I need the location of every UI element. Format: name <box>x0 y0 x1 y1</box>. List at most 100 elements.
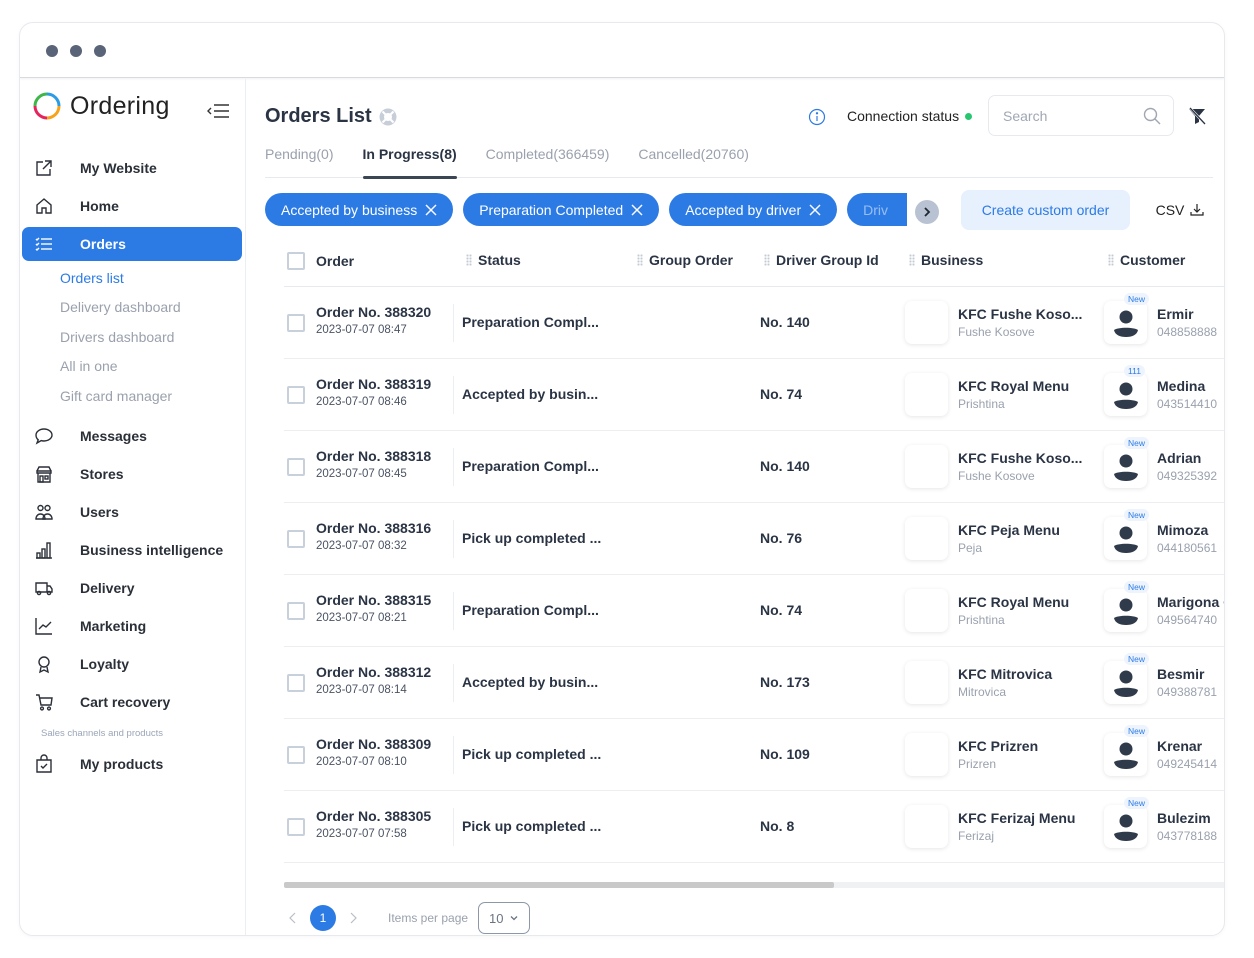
row-checkbox[interactable] <box>287 602 305 620</box>
sidebar-nav: My Website Home Orders Orders list Deliv… <box>22 149 242 783</box>
sidebar-subitem-drivers-dashboard[interactable]: Drivers dashboard <box>22 322 242 352</box>
chips-scroll-right-button[interactable] <box>915 200 939 224</box>
sidebar-subitem-delivery-dashboard[interactable]: Delivery dashboard <box>22 293 242 323</box>
chip-label: Accepted by driver <box>685 201 802 218</box>
tab-in-progress[interactable]: In Progress(8) <box>362 143 457 179</box>
order-cell: Order No. 388305 2023-07-07 07:58 <box>316 808 454 846</box>
row-checkbox[interactable] <box>287 674 305 692</box>
table-row[interactable]: Order No. 388318 2023-07-07 08:45 Prepar… <box>284 431 1224 503</box>
brand[interactable]: Ordering <box>32 91 170 121</box>
items-per-page-select[interactable]: 10 <box>478 902 531 934</box>
chevron-right-icon <box>350 912 357 924</box>
sidebar-subitem-orders-list[interactable]: Orders list <box>22 263 242 293</box>
collapse-sidebar-icon[interactable] <box>205 101 231 121</box>
sidebar-subitem-gift-card-manager[interactable]: Gift card manager <box>22 381 242 411</box>
filter-chip-accepted-by-driver[interactable]: Accepted by driver <box>669 193 838 226</box>
table-row[interactable]: Order No. 388315 2023-07-07 08:21 Prepar… <box>284 575 1224 647</box>
window-dot-maximize[interactable] <box>94 45 106 57</box>
column-business[interactable]: Business <box>909 252 983 268</box>
export-csv-button[interactable]: CSV <box>1145 190 1215 230</box>
drag-handle-icon[interactable] <box>466 254 472 266</box>
sidebar-item-users[interactable]: Users <box>22 493 242 531</box>
sidebar-item-home[interactable]: Home <box>22 187 242 225</box>
customer-name: Marigona C <box>1157 594 1224 610</box>
drag-handle-icon[interactable] <box>637 254 643 266</box>
pagination: 1 Items per page 10 <box>284 901 531 935</box>
order-date: 2023-07-07 08:14 <box>316 684 407 696</box>
select-all-checkbox[interactable] <box>287 252 305 270</box>
row-checkbox[interactable] <box>287 746 305 764</box>
chevron-left-icon <box>289 912 296 924</box>
create-custom-order-button[interactable]: Create custom order <box>961 190 1130 230</box>
sidebar-item-stores[interactable]: Stores <box>22 455 242 493</box>
sidebar-item-marketing[interactable]: Marketing <box>22 607 242 645</box>
table-row[interactable]: Order No. 388305 2023-07-07 07:58 Pick u… <box>284 791 1224 863</box>
window-dot-minimize[interactable] <box>70 45 82 57</box>
sidebar-item-label: Cart recovery <box>80 693 171 710</box>
table-body: Order No. 388320 2023-07-07 08:47 Prepar… <box>284 287 1224 863</box>
filter-chip-preparation-completed[interactable]: Preparation Completed <box>463 193 660 226</box>
row-checkbox[interactable] <box>287 314 305 332</box>
filter-off-icon[interactable] <box>1187 106 1207 126</box>
filter-chip-accepted-by-business[interactable]: Accepted by business <box>265 193 454 226</box>
close-icon[interactable] <box>809 204 821 216</box>
customer-avatar <box>1104 661 1147 704</box>
business-name: KFC Royal Menu <box>958 378 1070 394</box>
driver-group-id: No. 76 <box>760 530 803 546</box>
page-number-current[interactable]: 1 <box>310 905 336 931</box>
bag-icon <box>36 753 52 773</box>
row-checkbox[interactable] <box>287 386 305 404</box>
drag-handle-icon[interactable] <box>1108 254 1114 266</box>
column-group-order[interactable]: Group Order <box>637 252 733 268</box>
driver-group-id: No. 173 <box>760 674 810 690</box>
tab-completed[interactable]: Completed(366459) <box>486 143 610 178</box>
search-input[interactable] <box>1003 107 1143 124</box>
customer-avatar <box>1104 445 1147 488</box>
table-row[interactable]: Order No. 388319 2023-07-07 08:46 Accept… <box>284 359 1224 431</box>
sidebar-subitem-all-in-one[interactable]: All in one <box>22 352 242 382</box>
sidebar-item-my-website[interactable]: My Website <box>22 149 242 187</box>
items-per-page-label: Items per page <box>388 911 469 925</box>
order-date: 2023-07-07 08:46 <box>316 396 407 408</box>
drag-handle-icon[interactable] <box>909 254 915 266</box>
search-box[interactable] <box>988 95 1174 136</box>
tab-pending[interactable]: Pending(0) <box>265 143 334 178</box>
close-icon[interactable] <box>425 204 437 216</box>
row-checkbox[interactable] <box>287 818 305 836</box>
window-dot-close[interactable] <box>46 45 58 57</box>
table-row[interactable]: Order No. 388316 2023-07-07 08:32 Pick u… <box>284 503 1224 575</box>
sidebar-item-delivery[interactable]: Delivery <box>22 569 242 607</box>
filter-chip-partial[interactable]: Driv <box>847 193 908 226</box>
customer-name: Bulezim <box>1157 810 1211 826</box>
tab-cancelled[interactable]: Cancelled(20760) <box>638 143 749 178</box>
sidebar-item-orders[interactable]: Orders <box>22 227 242 261</box>
business-city: Mitrovica <box>958 685 1007 699</box>
sidebar-item-my-products[interactable]: My products <box>22 745 242 783</box>
connection-status[interactable]: Connection status <box>828 101 980 131</box>
info-icon[interactable] <box>808 108 826 126</box>
drag-handle-icon[interactable] <box>764 254 770 266</box>
next-page-button[interactable] <box>344 909 362 927</box>
sidebar-item-cart-recovery[interactable]: Cart recovery <box>22 683 242 721</box>
column-driver-group-id[interactable]: Driver Group Id <box>764 252 879 268</box>
lifebuoy-help-icon[interactable] <box>378 107 398 127</box>
horizontal-scrollbar[interactable] <box>284 882 1224 888</box>
table-row[interactable]: Order No. 388320 2023-07-07 08:47 Prepar… <box>284 287 1224 359</box>
business-logo <box>905 805 948 848</box>
close-icon[interactable] <box>631 204 643 216</box>
column-customer[interactable]: Customer <box>1108 252 1185 268</box>
scrollbar-thumb[interactable] <box>284 882 834 888</box>
table-row[interactable]: Order No. 388309 2023-07-07 08:10 Pick u… <box>284 719 1224 791</box>
sidebar-item-messages[interactable]: Messages <box>22 417 242 455</box>
search-icon[interactable] <box>1143 107 1161 125</box>
prev-page-button[interactable] <box>284 909 302 927</box>
business-city: Prizren <box>958 757 997 771</box>
sidebar-item-business-intelligence[interactable]: Business intelligence <box>22 531 242 569</box>
sidebar-item-loyalty[interactable]: Loyalty <box>22 645 242 683</box>
column-status[interactable]: Status <box>466 252 521 268</box>
row-checkbox[interactable] <box>287 458 305 476</box>
orders-table: Order Status Group Order Driver Group Id… <box>284 239 1224 863</box>
user-avatar-icon <box>1113 382 1138 409</box>
row-checkbox[interactable] <box>287 530 305 548</box>
table-row[interactable]: Order No. 388312 2023-07-07 08:14 Accept… <box>284 647 1224 719</box>
